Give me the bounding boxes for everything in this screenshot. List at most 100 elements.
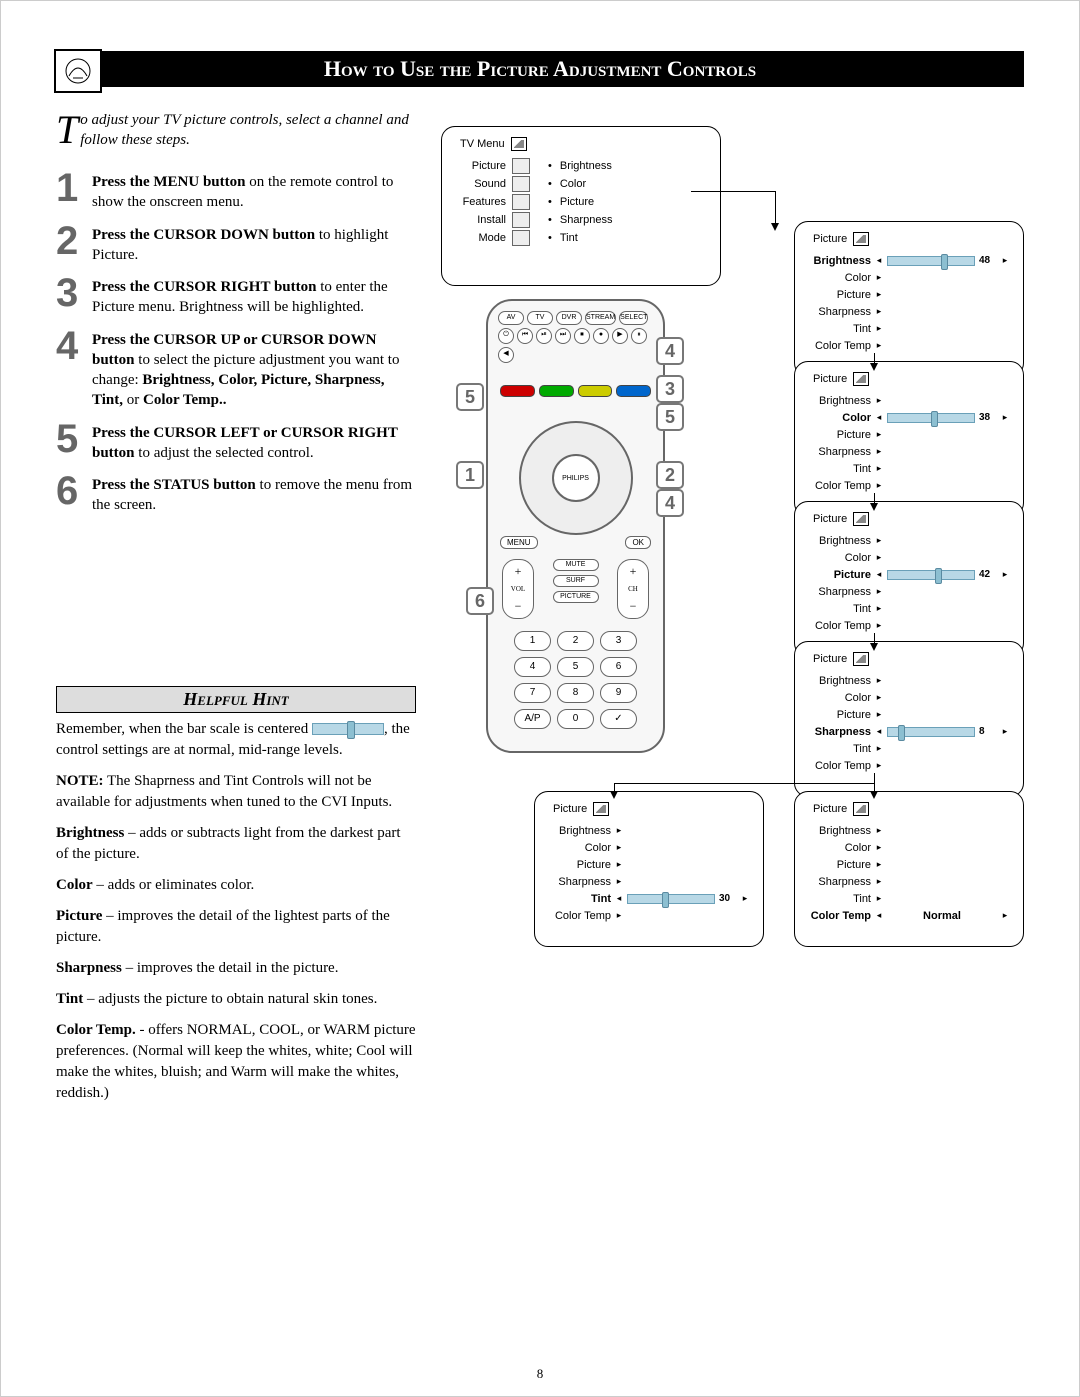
manual-page: How to Use the Picture Adjustment Contro… [0, 0, 1080, 1397]
connector [874, 773, 875, 783]
ch-rocker: +CH− [617, 559, 649, 619]
remote-btn: ⏭ [555, 328, 571, 344]
panel-row: Sharpness▸ [549, 873, 749, 890]
install-icon [512, 212, 530, 228]
slider-knob [935, 568, 942, 584]
triangle-right-icon: ▸ [875, 535, 883, 546]
panel-row: Picture▸ [809, 286, 1009, 303]
num-7: 7 [514, 683, 551, 703]
picture-icon [593, 802, 609, 816]
remote-btn: DVR [556, 311, 582, 325]
triangle-right-icon: ▸ [1001, 255, 1009, 266]
panel-row: Color▸ [809, 549, 1009, 566]
step-number: 6 [56, 473, 92, 516]
remote-btn: ▶ [612, 328, 628, 344]
num-8: 8 [557, 683, 594, 703]
triangle-right-icon: ▸ [1001, 910, 1009, 921]
panel-row: Picture▸ [549, 856, 749, 873]
picture-panel-colortemp: PictureBrightness▸Color▸Picture▸Sharpnes… [794, 791, 1024, 947]
remote-color-row [500, 385, 651, 397]
num-1: 1 [514, 631, 551, 651]
step-text: Press the CURSOR DOWN button to highligh… [92, 223, 416, 266]
remote-btn: TV [527, 311, 553, 325]
arrow-down-icon [771, 223, 779, 231]
num-2: 2 [557, 631, 594, 651]
callout-4b: 4 [656, 489, 684, 517]
panel-row: Brightness▸ [809, 822, 1009, 839]
menu-ok-row: MENU OK [500, 536, 651, 549]
connector [691, 191, 775, 192]
panel-row: Sharpness◂8▸ [809, 723, 1009, 740]
callout-1: 1 [456, 461, 484, 489]
triangle-right-icon: ▸ [615, 910, 623, 921]
triangle-right-icon: ▸ [875, 859, 883, 870]
panel-row: Color▸ [809, 689, 1009, 706]
num-status: ✓ [600, 709, 637, 729]
picture-panel-brightness: PictureBrightness◂48▸Color▸Picture▸Sharp… [794, 221, 1024, 377]
panel-row: Brightness▸ [809, 532, 1009, 549]
panel-title: Picture [549, 802, 749, 816]
panel-row: Color◂38▸ [809, 409, 1009, 426]
arrow-down-icon [870, 503, 878, 511]
picture-icon [853, 802, 869, 816]
slider-bar [887, 413, 975, 423]
sound-icon [512, 176, 530, 192]
arrow-down-icon [870, 643, 878, 651]
triangle-right-icon: ▸ [875, 272, 883, 283]
panel-row: Tint▸ [809, 890, 1009, 907]
picture-icon [512, 158, 530, 174]
remote-btn: ⏯ [536, 328, 552, 344]
triangle-right-icon: ▸ [875, 323, 883, 334]
step: 3 Press the CURSOR RIGHT button to enter… [56, 275, 416, 318]
panel-row: Color Temp▸ [809, 617, 1009, 634]
arrow-down-icon [610, 791, 618, 799]
callout-2: 2 [656, 461, 684, 489]
triangle-left-icon: ◂ [875, 569, 883, 580]
tvmenu-right: Brightness Color Picture Sharpness Tint [548, 157, 612, 247]
panel-row: Picture▸ [809, 706, 1009, 723]
triangle-left-icon: ◂ [875, 412, 883, 423]
remote-control: AV TV DVR STREAM SELECT ⏻ ⏮ ⏯ ⏭ ⏹ ● ▶ ⏸ … [486, 299, 665, 753]
steps-list: 1 Press the MENU button on the remote co… [56, 170, 416, 516]
yellow-button [578, 385, 613, 397]
picture-panel-color: PictureBrightness▸Color◂38▸Picture▸Sharp… [794, 361, 1024, 517]
panel-row: Tint▸ [809, 320, 1009, 337]
hint-item: Picture – improves the detail of the lig… [56, 906, 416, 948]
triangle-right-icon: ▸ [615, 859, 623, 870]
step: 2 Press the CURSOR DOWN button to highli… [56, 223, 416, 266]
triangle-right-icon: ▸ [1001, 726, 1009, 737]
triangle-right-icon: ▸ [875, 395, 883, 406]
triangle-right-icon: ▸ [615, 876, 623, 887]
panel-row: Tint▸ [809, 600, 1009, 617]
panel-row: Color Temp▸ [809, 477, 1009, 494]
remote-btn: ● [593, 328, 609, 344]
panel-title: Picture [809, 512, 1009, 526]
tvmenu-left: Picture Sound Features Install Mode [456, 157, 530, 247]
picture-icon [853, 372, 869, 386]
surf-button: SURF [553, 575, 599, 587]
hint-item: Brightness – adds or subtracts light fro… [56, 823, 416, 865]
center-pills: MUTE SURF PICTURE [546, 559, 606, 619]
triangle-right-icon: ▸ [875, 743, 883, 754]
triangle-right-icon: ▸ [875, 429, 883, 440]
right-column: TV Menu Picture Sound Features Install M… [426, 111, 1024, 1011]
slider-bar [627, 894, 715, 904]
slider-knob [662, 892, 669, 908]
triangle-right-icon: ▸ [875, 289, 883, 300]
panel-row: Tint▸ [809, 740, 1009, 757]
hint-item: Sharpness – improves the detail in the p… [56, 958, 416, 979]
picture-panel-sharpness: PictureBrightness▸Color▸Picture▸Sharpnes… [794, 641, 1024, 797]
triangle-right-icon: ▸ [615, 825, 623, 836]
step-text: Press the CURSOR RIGHT button to enter t… [92, 275, 416, 318]
panel-row: Brightness▸ [809, 672, 1009, 689]
step: 1 Press the MENU button on the remote co… [56, 170, 416, 213]
remote-top-buttons: AV TV DVR STREAM SELECT ⏻ ⏮ ⏯ ⏭ ⏹ ● ▶ ⏸ … [498, 311, 653, 363]
num-9: 9 [600, 683, 637, 703]
logo-icon [54, 49, 102, 93]
slider-knob [898, 725, 905, 741]
hint-item: Color Temp. - offers NORMAL, COOL, or WA… [56, 1020, 416, 1104]
panel-row: Color Temp◂Normal▸ [809, 907, 1009, 924]
remote-btn: ◀ [498, 347, 514, 363]
panel-title: Picture [809, 372, 1009, 386]
slider-knob [931, 411, 938, 427]
